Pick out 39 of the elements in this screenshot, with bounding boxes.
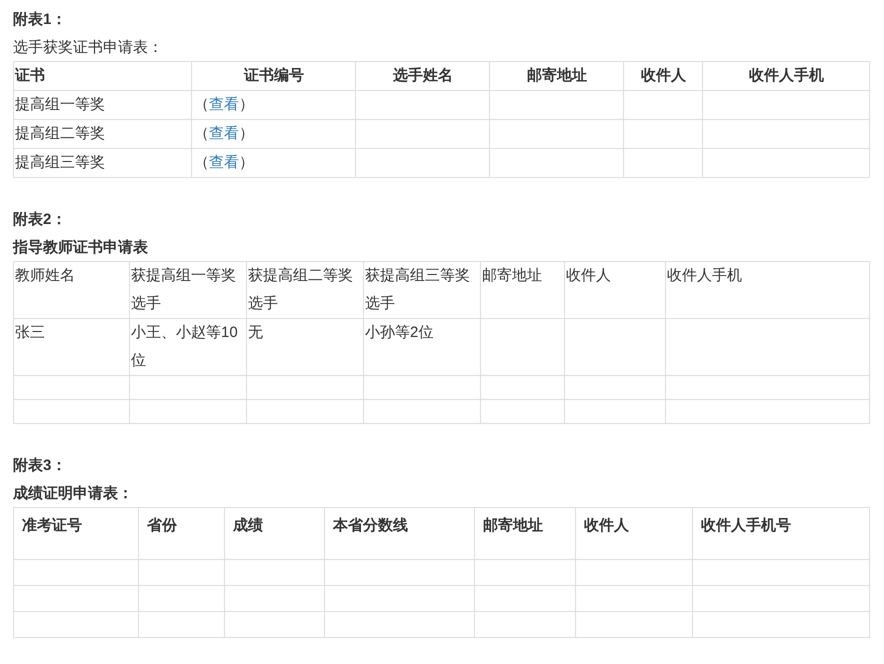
- section-title: 附表1：: [13, 10, 68, 30]
- column-header: 教师姓名: [15, 267, 75, 284]
- table-cell: 无: [248, 324, 263, 341]
- table-caption: 指导教师证书申请表: [13, 238, 149, 258]
- column-header: 选手姓名: [393, 67, 453, 84]
- table-cell: 小王、小赵等10位: [131, 324, 238, 369]
- column-header: 收件人: [641, 67, 686, 84]
- column-header: 邮寄地址: [483, 517, 543, 534]
- column-header: 获提高组二等奖选手: [248, 267, 353, 312]
- column-header: 邮寄地址: [482, 267, 542, 284]
- column-header: 邮寄地址: [527, 67, 587, 84]
- column-header: 收件人手机: [667, 267, 742, 284]
- table-cell: 提高组三等奖: [15, 154, 105, 171]
- column-header: 收件人: [566, 267, 611, 284]
- view-note: （查看）: [193, 96, 254, 113]
- table-caption: 选手获奖证书申请表：: [13, 38, 164, 58]
- column-header: 证书: [15, 67, 45, 84]
- column-header: 获提高组一等奖选手: [131, 267, 236, 312]
- column-header: 证书编号: [244, 67, 304, 84]
- column-header: 收件人: [584, 517, 629, 534]
- column-header: 收件人手机号: [701, 517, 791, 534]
- table-cell: 提高组一等奖: [15, 96, 105, 113]
- table-cell: 张三: [15, 324, 45, 341]
- view-link[interactable]: 查看: [209, 125, 239, 142]
- table-cell: 小孙等2位: [365, 324, 434, 341]
- section-title: 附表2：: [13, 210, 68, 230]
- table-cell: 提高组二等奖: [15, 125, 105, 142]
- view-link[interactable]: 查看: [209, 96, 239, 113]
- column-header: 本省分数线: [333, 517, 408, 534]
- view-link[interactable]: 查看: [209, 154, 239, 171]
- column-header: 成绩: [233, 517, 263, 534]
- column-header: 获提高组三等奖选手: [365, 267, 470, 312]
- column-header: 省份: [147, 517, 177, 534]
- column-header: 准考证号: [22, 517, 82, 534]
- section-title: 附表3：: [13, 456, 68, 476]
- view-note: （查看）: [193, 154, 254, 171]
- view-note: （查看）: [193, 125, 254, 142]
- column-header: 收件人手机: [749, 67, 824, 84]
- table-caption: 成绩证明申请表：: [13, 484, 134, 504]
